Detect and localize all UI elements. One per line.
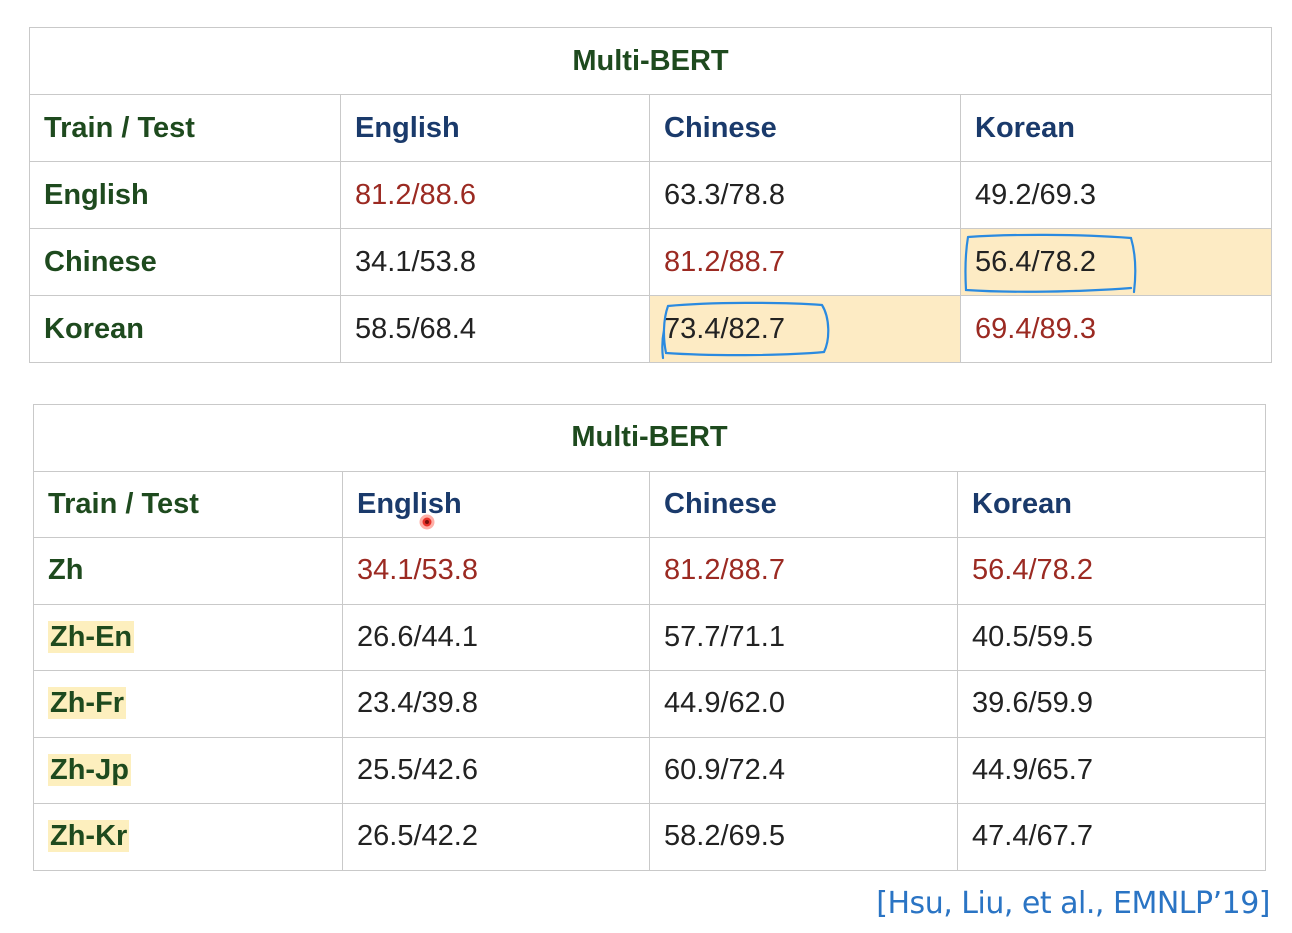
cell-value: 56.4/78.2	[957, 537, 1266, 605]
table-row: Zh-Kr 26.5/42.2 58.2/69.5 47.4/67.7	[33, 803, 1266, 871]
cell-value: 34.1/53.8	[342, 537, 650, 605]
cell-value: 47.4/67.7	[957, 803, 1266, 871]
cell-value: 25.5/42.6	[342, 736, 650, 804]
cell-value: 26.5/42.2	[342, 803, 650, 871]
cell-value: 58.5/68.4	[340, 295, 650, 363]
table-title: Multi-BERT	[29, 27, 1272, 95]
multibert-table-2: Multi-BERT Train / Test English Chinese …	[33, 404, 1266, 871]
header-chinese: Chinese	[649, 470, 958, 538]
row-label-text: Zh-Jp	[48, 753, 131, 786]
row-label-text: Zh-En	[48, 620, 135, 653]
row-label-zh-en: Zh-En	[33, 603, 343, 671]
cell-value-highlighted: 73.4/82.7	[649, 295, 961, 363]
table-title: Multi-BERT	[33, 404, 1266, 472]
table-row: Korean 58.5/68.4 73.4/82.7 69.4/89.3	[29, 295, 1272, 363]
cell-value-highlighted: 56.4/78.2	[960, 228, 1272, 296]
cell-value: 39.6/59.9	[957, 670, 1266, 738]
cell-value: 58.2/69.5	[649, 803, 958, 871]
cell-value: 44.9/65.7	[957, 736, 1266, 804]
cell-value: 63.3/78.8	[649, 161, 961, 229]
row-label-chinese: Chinese	[29, 228, 341, 296]
row-label-zh-jp: Zh-Jp	[33, 736, 343, 804]
table-row: Zh-Jp 25.5/42.6 60.9/72.4 44.9/65.7	[33, 736, 1266, 804]
cell-value: 23.4/39.8	[342, 670, 650, 738]
row-label-zh: Zh	[33, 537, 343, 605]
header-row: Train / Test English Chinese Korean	[29, 94, 1272, 162]
table-row: Zh-Fr 23.4/39.8 44.9/62.0 39.6/59.9	[33, 670, 1266, 738]
cell-value: 60.9/72.4	[649, 736, 958, 804]
cell-value: 69.4/89.3	[960, 295, 1272, 363]
cell-value: 34.1/53.8	[340, 228, 650, 296]
header-train-test: Train / Test	[33, 470, 343, 538]
cell-value: 81.2/88.6	[340, 161, 650, 229]
multibert-table-1: Multi-BERT Train / Test English Chinese …	[29, 27, 1272, 363]
row-label-text: Zh-Kr	[48, 820, 130, 853]
header-english: English	[342, 470, 650, 538]
row-label-zh-kr: Zh-Kr	[33, 803, 343, 871]
row-label-text: Zh-Fr	[48, 687, 127, 720]
table-row: Zh-En 26.6/44.1 57.7/71.1 40.5/59.5	[33, 603, 1266, 671]
cell-value: 49.2/69.3	[960, 161, 1272, 229]
table-row: Chinese 34.1/53.8 81.2/88.7 56.4/78.2	[29, 228, 1272, 296]
cell-value: 57.7/71.1	[649, 603, 958, 671]
header-korean: Korean	[957, 470, 1266, 538]
header-train-test: Train / Test	[29, 94, 341, 162]
cell-value: 81.2/88.7	[649, 228, 961, 296]
table-row: English 81.2/88.6 63.3/78.8 49.2/69.3	[29, 161, 1272, 229]
header-english: English	[340, 94, 650, 162]
row-label-zh-fr: Zh-Fr	[33, 670, 343, 738]
cell-value: 81.2/88.7	[649, 537, 958, 605]
header-chinese: Chinese	[649, 94, 961, 162]
citation: [Hsu, Liu, et al., EMNLP’19]	[876, 886, 1270, 921]
cell-value: 44.9/62.0	[649, 670, 958, 738]
table-row: Zh 34.1/53.8 81.2/88.7 56.4/78.2	[33, 537, 1266, 605]
header-row: Train / Test English Chinese Korean	[33, 470, 1266, 538]
header-korean: Korean	[960, 94, 1272, 162]
cell-value: 26.6/44.1	[342, 603, 650, 671]
cell-value: 40.5/59.5	[957, 603, 1266, 671]
row-label-korean: Korean	[29, 295, 341, 363]
row-label-english: English	[29, 161, 341, 229]
